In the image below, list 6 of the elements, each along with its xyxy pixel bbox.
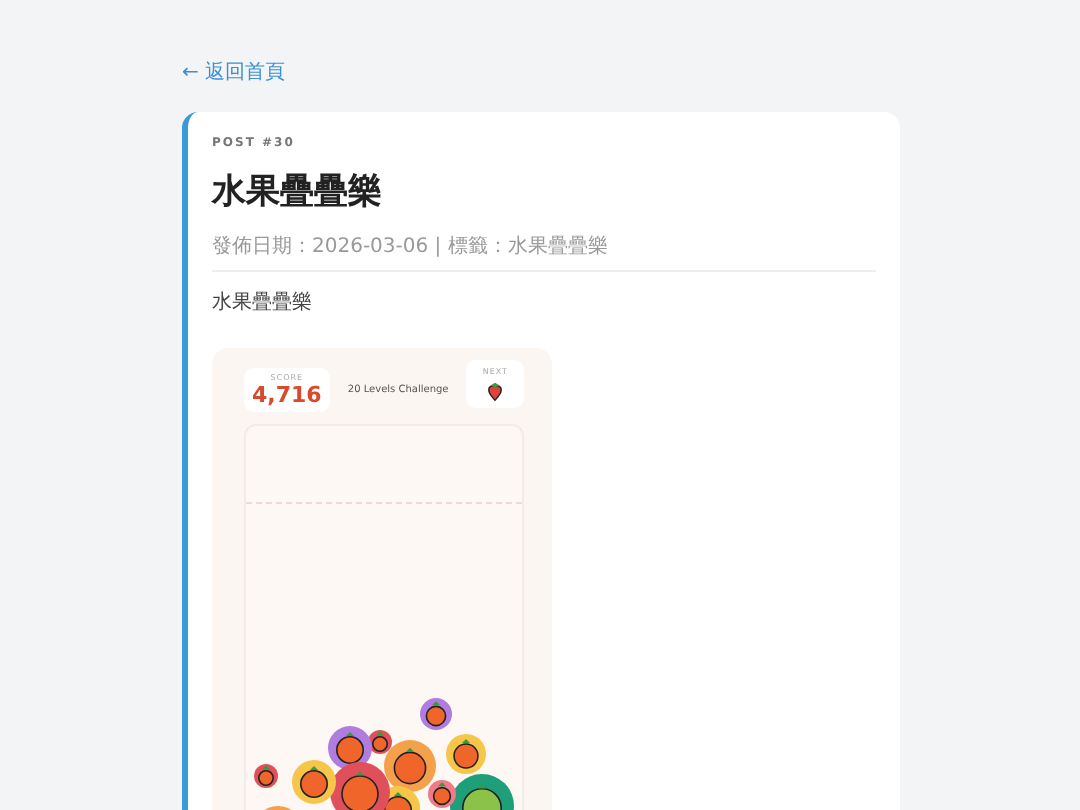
strawberry-icon bbox=[484, 380, 507, 402]
back-link[interactable]: ← 返回首頁 bbox=[182, 58, 286, 86]
post-body: 水果疊疊樂 bbox=[212, 289, 314, 316]
score-value: 4,716 bbox=[252, 382, 322, 408]
post-meta: 發佈日期：2026-03-06 | 標籤：水果疊疊樂 bbox=[212, 232, 876, 272]
post-title: 水果疊疊樂 bbox=[212, 170, 384, 214]
